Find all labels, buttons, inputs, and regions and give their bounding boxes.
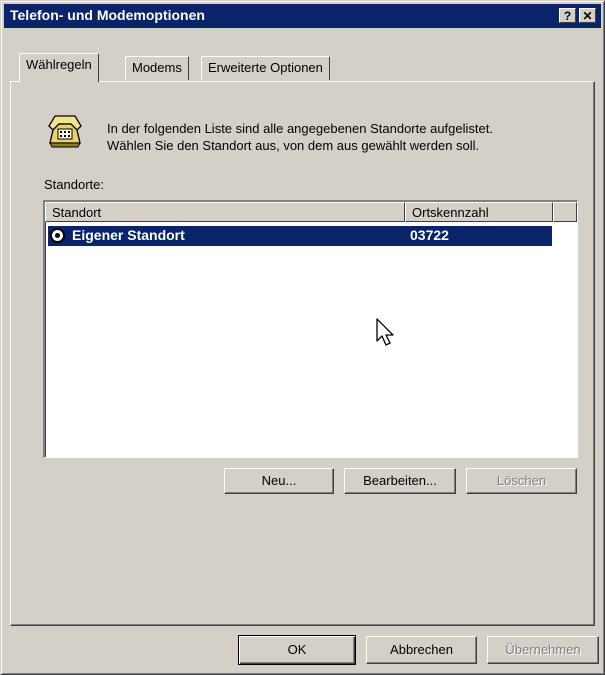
cancel-button[interactable]: Abbrechen (366, 636, 477, 664)
radio-selected-icon (50, 228, 65, 243)
window-title: Telefon- und Modemoptionen (10, 7, 205, 23)
info-line-1: In der folgenden Liste sind alle angegeb… (107, 121, 493, 136)
edit-button[interactable]: Bearbeiten... (344, 468, 456, 494)
dialog-window: Telefon- und Modemoptionen ? ✕ Wählregel… (0, 0, 605, 675)
column-header-filler (553, 202, 577, 222)
ok-button[interactable]: OK (238, 635, 356, 665)
title-bar[interactable]: Telefon- und Modemoptionen ? ✕ (4, 4, 601, 28)
tab-modems[interactable]: Modems (125, 56, 189, 80)
location-name: Eigener Standort (72, 227, 185, 243)
help-button[interactable]: ? (559, 8, 576, 23)
tab-waehlregeln[interactable]: Wählregeln (19, 53, 99, 82)
close-button[interactable]: ✕ (579, 8, 596, 23)
column-header-ortskennzahl[interactable]: Ortskennzahl (405, 202, 553, 222)
info-text: In der folgenden Liste sind alle angegeb… (107, 120, 587, 154)
column-header-standort[interactable]: Standort (45, 202, 405, 222)
locations-label: Standorte: (44, 177, 104, 192)
mouse-pointer-icon (376, 318, 394, 346)
location-area-code: 03722 (410, 227, 449, 243)
locations-list[interactable]: Standort Ortskennzahl Eigener Standort 0… (43, 200, 578, 458)
tab-erweiterte-optionen[interactable]: Erweiterte Optionen (201, 56, 330, 80)
telephone-icon (48, 115, 82, 148)
delete-button[interactable]: Löschen (466, 468, 577, 494)
apply-button[interactable]: Übernehmen (487, 636, 599, 664)
location-row-selected[interactable]: Eigener Standort 03722 (48, 226, 552, 246)
new-button[interactable]: Neu... (224, 468, 334, 494)
info-line-2: Wählen Sie den Standort aus, von dem aus… (107, 138, 480, 153)
tab-panel: In der folgenden Liste sind alle angegeb… (10, 81, 595, 626)
